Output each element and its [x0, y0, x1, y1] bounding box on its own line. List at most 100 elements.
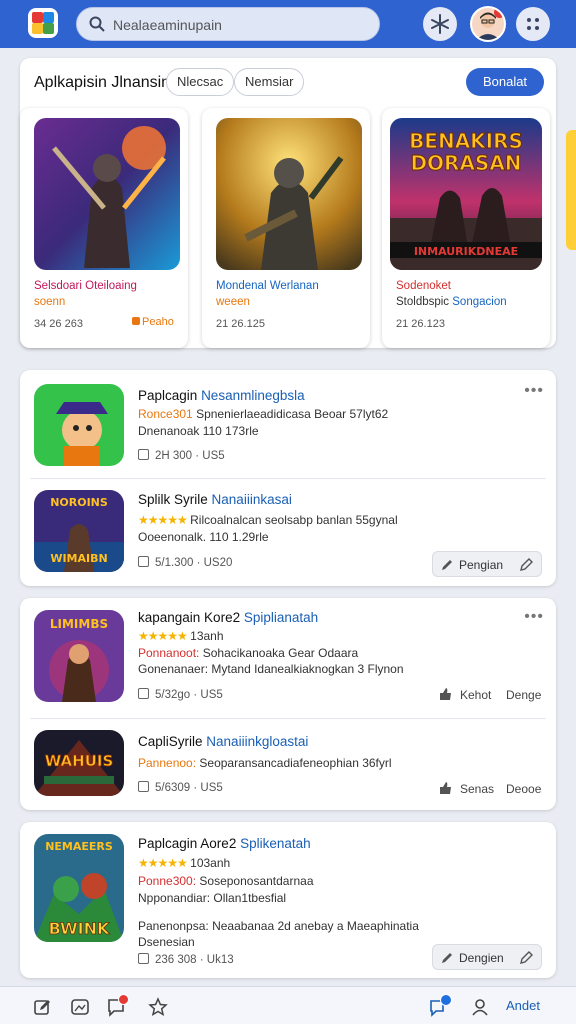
- app-description: ★★★★★ Rilcoalnalcan seolsabp banlan 55gy…: [138, 513, 398, 527]
- share-icon[interactable]: [519, 558, 533, 572]
- image-icon[interactable]: [70, 997, 90, 1017]
- bottom-nav-label[interactable]: Andet: [506, 998, 540, 1013]
- app-icon: WAHUIS: [34, 730, 124, 796]
- app-description: Ponnanoot: Sohacikanoaka Gear Odaara: [138, 646, 359, 660]
- checkbox-icon: [138, 556, 149, 567]
- svg-text:LIMIMBS: LIMIMBS: [50, 617, 108, 631]
- action-label[interactable]: Senas: [460, 782, 494, 796]
- app-title: kapangain Kore2 Spiplianatah: [138, 610, 319, 625]
- app-meta: 2H 300 · US5: [138, 449, 225, 462]
- svg-text:WIMAIBN: WIMAIBN: [50, 552, 107, 565]
- app-subtitle: soenn: [34, 296, 66, 308]
- app-list-card: Paplcagin Nesanmlinegbsla Ronce301 Spnen…: [20, 370, 556, 586]
- app-name: Mondenal Werlanan: [216, 280, 319, 292]
- app-rating: ★★★★★ 103anh: [138, 856, 231, 870]
- action-label[interactable]: Kehot: [460, 688, 491, 702]
- svg-text:BWINK: BWINK: [49, 919, 110, 938]
- action-button[interactable]: Dengien: [432, 944, 542, 970]
- app-icon: NEMAEERS BWINK: [34, 834, 124, 942]
- app-title: Paplcagin Nesanmlinegbsla: [138, 388, 305, 403]
- app-name: Sodenoket: [396, 280, 451, 292]
- action-label[interactable]: Denge: [506, 688, 541, 702]
- like-icon[interactable]: [438, 687, 452, 701]
- app-meta: 5/1.300 · US20: [138, 556, 232, 569]
- app-meta: 21 26.125: [216, 318, 265, 330]
- app-description: Ronce301 Spnenierlaeadidicasa Beoar 57ly…: [138, 407, 389, 421]
- svg-text:NOROINS: NOROINS: [50, 496, 108, 509]
- app-icon: LIMIMBS: [34, 610, 124, 702]
- list-item[interactable]: Paplcagin Nesanmlinegbsla Ronce301 Spnen…: [20, 370, 556, 478]
- checkbox-icon: [138, 953, 149, 964]
- app-icon: [34, 384, 124, 466]
- tag-icon: [132, 317, 140, 325]
- profile-icon[interactable]: [470, 997, 490, 1017]
- search-input[interactable]: [113, 14, 363, 36]
- menu-button[interactable]: [516, 7, 550, 41]
- section-title: Aplkapisin Jlnansin: [34, 74, 171, 91]
- avatar[interactable]: [470, 6, 506, 42]
- chat-button[interactable]: [106, 994, 129, 1017]
- app-list-card: NEMAEERS BWINK Paplcagin Aore2 Splikenat…: [20, 822, 556, 978]
- app-rating: ★★★★★ 13anh: [138, 629, 224, 643]
- list-item[interactable]: NEMAEERS BWINK Paplcagin Aore2 Splikenat…: [20, 822, 556, 978]
- app-description-4: Dsenesian: [138, 935, 195, 949]
- app-description-3: Panenonpsa: Neaabanaa 2d anebay a Maeaph…: [138, 919, 419, 933]
- search-icon: [89, 16, 105, 32]
- more-options-button[interactable]: •••: [524, 608, 544, 626]
- app-artwork: [216, 118, 362, 270]
- app-title: Paplcagin Aore2 Splikenatah: [138, 836, 311, 851]
- art-title-text: DORASAN: [410, 151, 521, 175]
- app-icon: NOROINS WIMAIBN: [34, 490, 124, 572]
- top-bar: [0, 0, 576, 48]
- bottom-navigation: Andet: [0, 986, 576, 1024]
- grid-menu-icon: [527, 18, 539, 30]
- star-icon[interactable]: [148, 997, 168, 1017]
- art-subtitle-text: INMAURIKDNEAE: [414, 245, 518, 258]
- app-description-2: Ooeenonalk. 110 1.29rle: [138, 530, 269, 544]
- share-icon[interactable]: [519, 951, 533, 965]
- app-logo-icon[interactable]: [28, 8, 58, 38]
- app-meta: 5/6309 · US5: [138, 781, 223, 794]
- app-subtitle: weeen: [216, 296, 250, 308]
- featured-app-card[interactable]: Mondenal Werlanan weeen 21 26.125: [202, 108, 370, 348]
- notification-badge: [440, 994, 452, 1006]
- notification-badge: [118, 994, 129, 1005]
- sparkle-button[interactable]: [423, 7, 457, 41]
- list-item[interactable]: WAHUIS CapliSyrile Nanaiiinkgloastai Pan…: [20, 718, 556, 810]
- featured-app-card[interactable]: Selsdoari Oteiloaing soenn 34 26 263 Pea…: [20, 108, 188, 348]
- edit-icon: [442, 953, 452, 963]
- checkbox-icon: [138, 688, 149, 699]
- featured-app-card[interactable]: BENAKIRS DORASAN INMAURIKDNEAE Sodenoket…: [382, 108, 550, 348]
- app-tag: Peaho: [132, 316, 174, 328]
- svg-text:NEMAEERS: NEMAEERS: [45, 840, 113, 853]
- like-icon[interactable]: [438, 781, 452, 795]
- messages-button[interactable]: [428, 994, 452, 1017]
- app-meta: 236 308 · Uk13: [138, 953, 234, 966]
- app-meta: 34 26 263: [34, 318, 83, 330]
- app-description-2: Npponandiar: Ollan1tbesfial: [138, 891, 287, 905]
- filter-chip[interactable]: Nemsiar: [234, 68, 305, 96]
- app-list-card: LIMIMBS kapangain Kore2 Spiplianatah ★★★…: [20, 598, 556, 810]
- list-item[interactable]: NOROINS WIMAIBN Splilk Syrile Nanaiiinka…: [20, 478, 556, 586]
- more-options-button[interactable]: •••: [524, 382, 544, 400]
- app-description-2: Dnenanoak 110 173rle: [138, 424, 259, 438]
- art-title-text: BENAKIRS: [409, 129, 523, 153]
- svg-text:WAHUIS: WAHUIS: [45, 752, 114, 770]
- app-description-2: Gonenanaer: Mytand Idanealkiaknogkan 3 F…: [138, 662, 404, 676]
- checkbox-icon: [138, 781, 149, 792]
- sparkle-icon: [431, 14, 449, 34]
- app-title: CapliSyrile Nanaiiinkgloastai: [138, 734, 309, 749]
- rating-stars: ★★★★★: [138, 856, 188, 870]
- action-button[interactable]: Pengian: [432, 551, 542, 577]
- edit-icon[interactable]: [32, 997, 52, 1017]
- search-bar[interactable]: [76, 7, 380, 41]
- notification-dot: [494, 8, 504, 18]
- list-item[interactable]: LIMIMBS kapangain Kore2 Spiplianatah ★★★…: [20, 598, 556, 718]
- next-card-peek: [566, 130, 576, 250]
- primary-button[interactable]: Bonalat: [466, 68, 544, 96]
- filter-chip[interactable]: Nlecsac: [166, 68, 235, 96]
- app-artwork: BENAKIRS DORASAN INMAURIKDNEAE: [390, 118, 542, 270]
- action-label[interactable]: Deooe: [506, 782, 541, 796]
- featured-section: Aplkapisin Jlnansin Nlecsac Nemsiar Bona…: [20, 58, 556, 348]
- app-artwork: [34, 118, 180, 270]
